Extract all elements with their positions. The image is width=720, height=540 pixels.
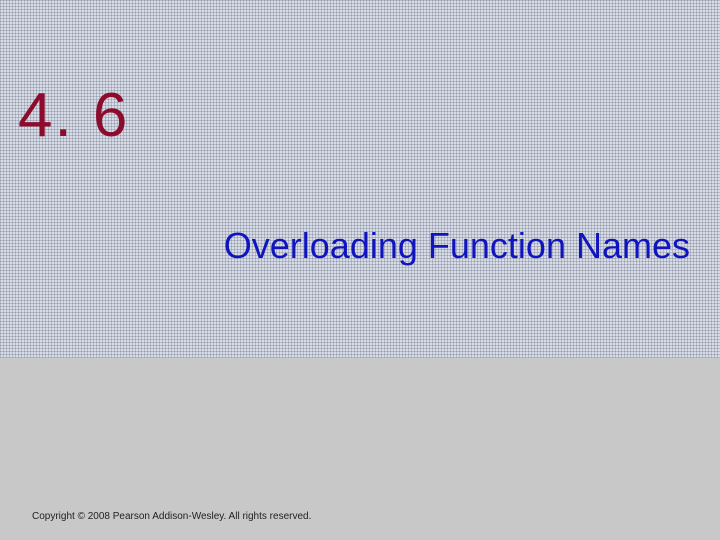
copyright-text: Copyright © 2008 Pearson Addison-Wesley.… bbox=[32, 511, 311, 522]
section-number: 4. 6 bbox=[18, 80, 129, 151]
section-title: Overloading Function Names bbox=[224, 225, 690, 267]
textured-background bbox=[0, 0, 720, 358]
